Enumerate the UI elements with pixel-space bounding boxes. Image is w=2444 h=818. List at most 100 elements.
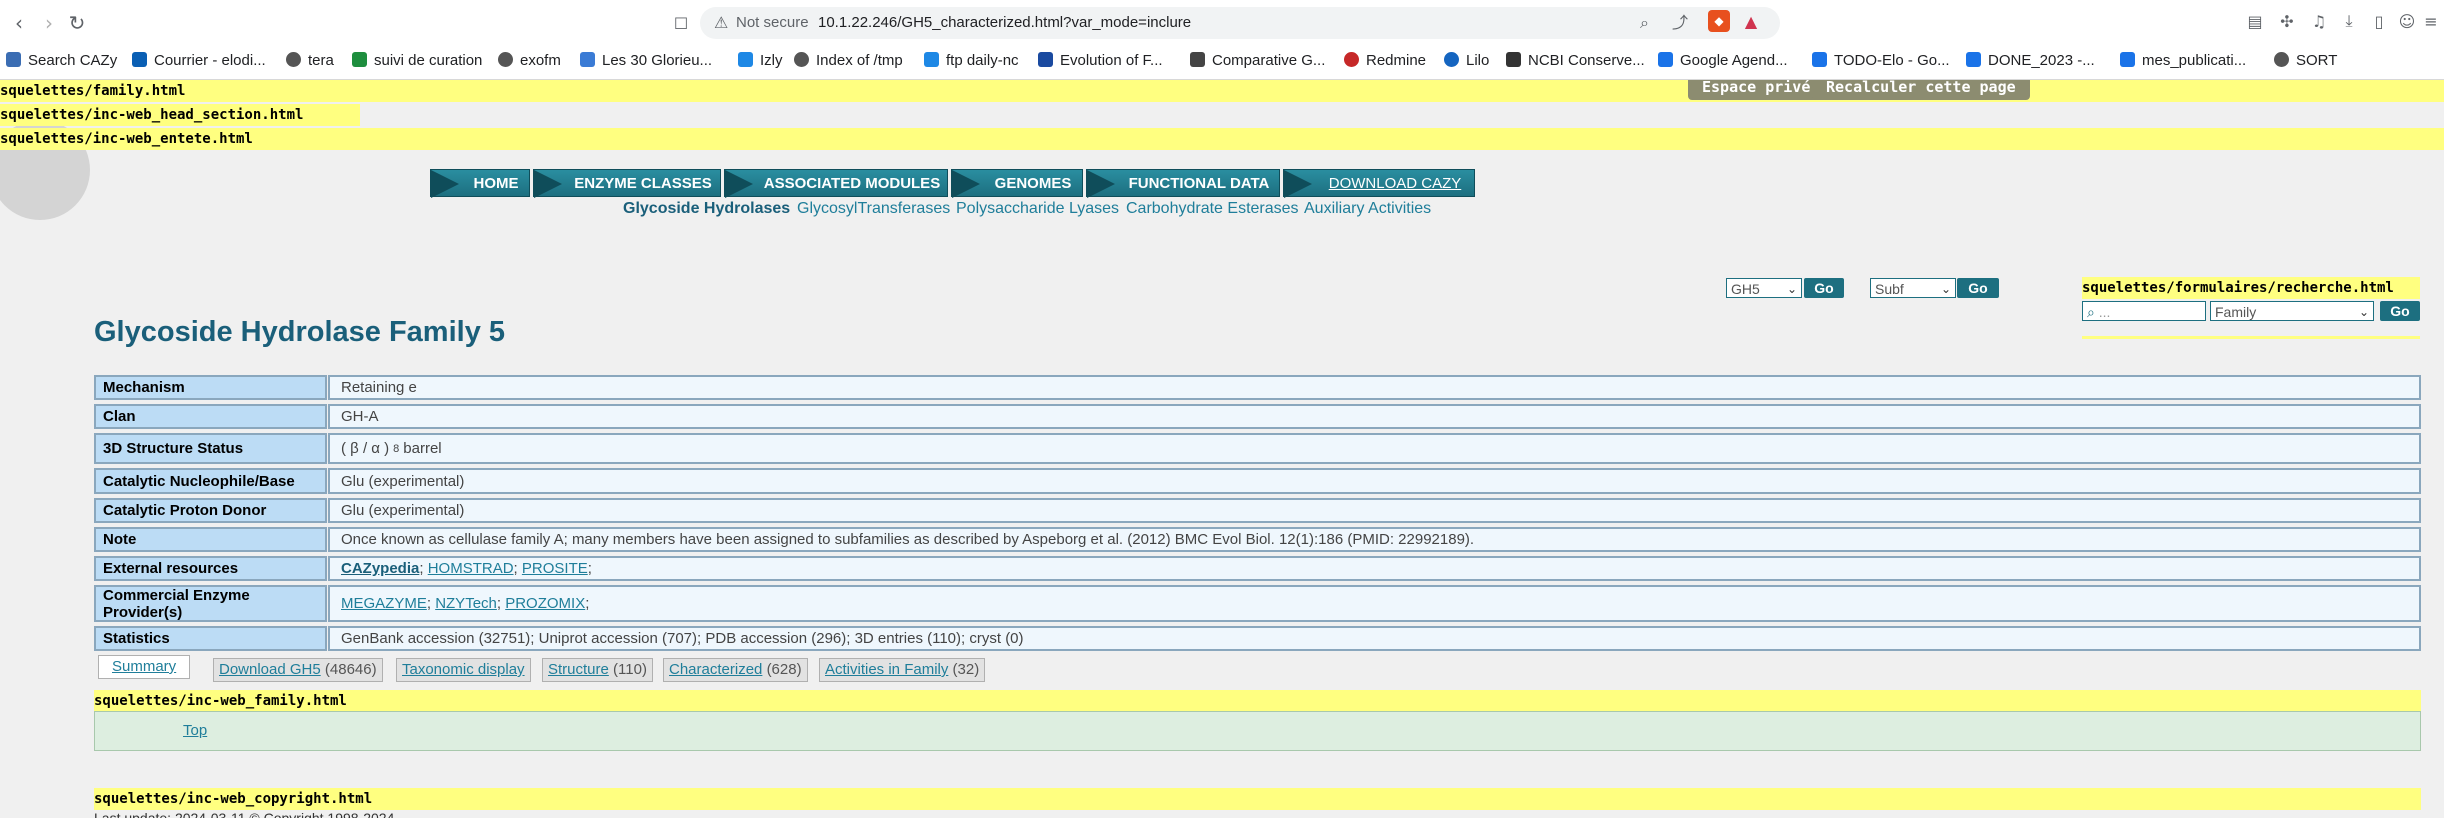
subfamily-go-button[interactable]: Go [1957,278,1999,298]
tab-functional-data[interactable]: FUNCTIONAL DATA [1086,169,1280,198]
bookmark-item[interactable]: mes_publicati... [2120,46,2246,76]
extensions-icon[interactable]: ✣ [2276,10,2298,32]
spip-template-label: squelettes/inc-web_head_section.html [0,107,304,123]
bookmark-favicon [580,52,595,67]
brave-rewards-icon[interactable]: ▲ [1740,10,1762,32]
bookmark-item[interactable]: NCBI Conserve... [1506,46,1645,76]
bookmark-item[interactable]: Comparative G... [1190,46,1325,76]
subfamily-select[interactable]: Subf ⌄ [1870,278,1956,298]
bookmark-item[interactable]: TODO-Elo - Go... [1812,46,1950,76]
table-row: Catalytic Nucleophile/Base Glu (experime… [94,468,2421,494]
submenu-auxiliary-activities[interactable]: Auxiliary Activities [1304,198,1431,220]
bookmark-item[interactable]: Lilo [1444,46,1489,76]
bookmark-item[interactable]: Redmine [1344,46,1426,76]
spip-debug-bar: squelettes/inc-web_head_section.html [0,104,360,126]
bookmark-item[interactable]: Search CAZy [6,46,117,76]
bookmark-item[interactable]: SORT [2274,46,2337,76]
bookmark-favicon [1966,52,1981,67]
bookmark-favicon [738,52,753,67]
family-go-button[interactable]: Go [1804,278,1844,298]
top-link[interactable]: Top [183,722,207,739]
table-row: Note Once known as cellulase family A; m… [94,527,2421,552]
search-type-select[interactable]: Family ⌄ [2210,301,2374,321]
security-label: Not secure [736,14,809,31]
row-label: Mechanism [94,375,327,400]
espace-prive-button[interactable]: Espace privé [1688,80,1825,100]
zoom-icon[interactable]: ⌕ [1640,7,1649,39]
reload-icon[interactable]: ↻ [64,10,90,36]
row-value: GH-A [328,404,2421,429]
brave-shield-icon[interactable]: ◆ [1708,10,1730,32]
bookmark-label: TODO-Elo - Go... [1834,52,1950,69]
bookmark-item[interactable]: exofm [498,46,561,76]
bookmark-favicon [1812,52,1827,67]
submenu-glycosyltransferases[interactable]: GlycosylTransferases [797,198,950,220]
tab-associated-modules[interactable]: ASSOCIATED MODULES [724,169,948,198]
search-go-button[interactable]: Go [2380,301,2420,321]
recalculer-button[interactable]: Recalculer cette page [1812,80,2030,100]
page-title: Glycoside Hydrolase Family 5 [94,316,506,348]
tab-enzyme-classes[interactable]: ENZYME CLASSES [533,169,721,198]
tab-activities-in-family[interactable]: Activities in Family (32) [819,658,986,682]
share-icon[interactable]: ⤴ [1672,7,1688,39]
tab-home[interactable]: HOME [430,169,530,198]
search-icon: ⌕ [2087,305,2095,321]
bookmark-label: Search CAZy [28,52,118,69]
bookmark-label: Evolution of F... [1060,52,1163,69]
bookmark-item[interactable]: DONE_2023 -... [1966,46,2095,76]
spip-debug-bar: squelettes/inc-web_copyright.html [94,788,2421,810]
address-bar[interactable]: ⚠ Not secure 10.1.22.246/GH5_characteriz… [700,7,1780,39]
bookmark-item[interactable]: ftp daily-nc [924,46,1019,76]
tab-summary[interactable]: Summary [98,655,191,679]
bookmark-star-icon[interactable]: ☐ [668,10,694,36]
reader-icon[interactable]: ▤ [2244,10,2266,32]
bookmark-item[interactable]: suivi de curation [352,46,482,76]
profile-icon[interactable]: ☺ [2396,10,2418,32]
bookmarks-bar: Search CAZy Courrier - elodi... tera sui… [0,46,2444,76]
bookmark-favicon [6,52,21,67]
url-text[interactable]: 10.1.22.246/GH5_characterized.html?var_m… [818,7,1191,39]
bookmark-label: Les 30 Glorieu... [602,52,713,69]
menu-icon[interactable]: ≡ [2420,10,2442,32]
spip-template-label: squelettes/inc-web_family.html [94,693,347,709]
bookmark-item[interactable]: Les 30 Glorieu... [580,46,712,76]
tab-download-family[interactable]: Download GH5 (48646) [213,658,383,682]
prosite-link[interactable]: PROSITE [522,560,588,577]
table-row: Mechanism Retaining e [94,375,2421,400]
submenu-carbohydrate-esterases[interactable]: Carbohydrate Esterases [1126,198,1299,220]
back-icon[interactable]: ‹ [6,10,32,36]
chevron-down-icon: ⌄ [2358,305,2369,319]
bookmark-label: SORT [2296,52,2338,69]
bookmark-favicon [1344,52,1359,67]
bookmark-label: mes_publicati... [2142,52,2247,69]
nzytech-link[interactable]: NZYTech [435,595,497,612]
bookmark-item[interactable]: Google Agend... [1658,46,1788,76]
prozomix-link[interactable]: PROZOMIX [505,595,585,612]
bookmark-item[interactable]: tera [286,46,334,76]
cazypedia-link[interactable]: CAZypedia [341,560,419,577]
search-input[interactable]: ⌕ ... [2082,301,2206,321]
chevron-down-icon: ⌄ [1940,282,1951,296]
homstrad-link[interactable]: HOMSTRAD [428,560,514,577]
family-select[interactable]: GH5 ⌄ [1726,278,1802,298]
tab-genomes[interactable]: GENOMES [951,169,1083,198]
media-icon[interactable]: ♫ [2308,10,2330,32]
bookmark-item[interactable]: Evolution of F... [1038,46,1163,76]
bookmark-item[interactable]: Index of /tmp [794,46,903,76]
sidebar-icon[interactable]: ▯ [2368,10,2390,32]
spip-template-label: squelettes/formulaires/recherche.html [2082,280,2394,296]
forward-icon[interactable]: › [36,10,62,36]
bookmark-item[interactable]: Courrier - elodi... [132,46,266,76]
download-icon[interactable]: ⤓ [2338,10,2360,32]
tab-characterized[interactable]: Characterized (628) [663,658,808,682]
tab-download-cazy[interactable]: DOWNLOAD CAZY [1283,169,1475,198]
bookmark-item[interactable]: Izly [738,46,783,76]
bookmark-favicon [1506,52,1521,67]
row-value: ( β / α ) 8 barrel [328,433,2421,464]
submenu-glycoside-hydrolases[interactable]: Glycoside Hydrolases [623,198,790,220]
tab-taxonomic-display[interactable]: Taxonomic display [396,658,531,682]
megazyme-link[interactable]: MEGAZYME [341,595,427,612]
bookmark-label: Lilo [1466,52,1490,69]
submenu-polysaccharide-lyases[interactable]: Polysaccharide Lyases [956,198,1119,220]
tab-structure[interactable]: Structure (110) [542,658,653,682]
